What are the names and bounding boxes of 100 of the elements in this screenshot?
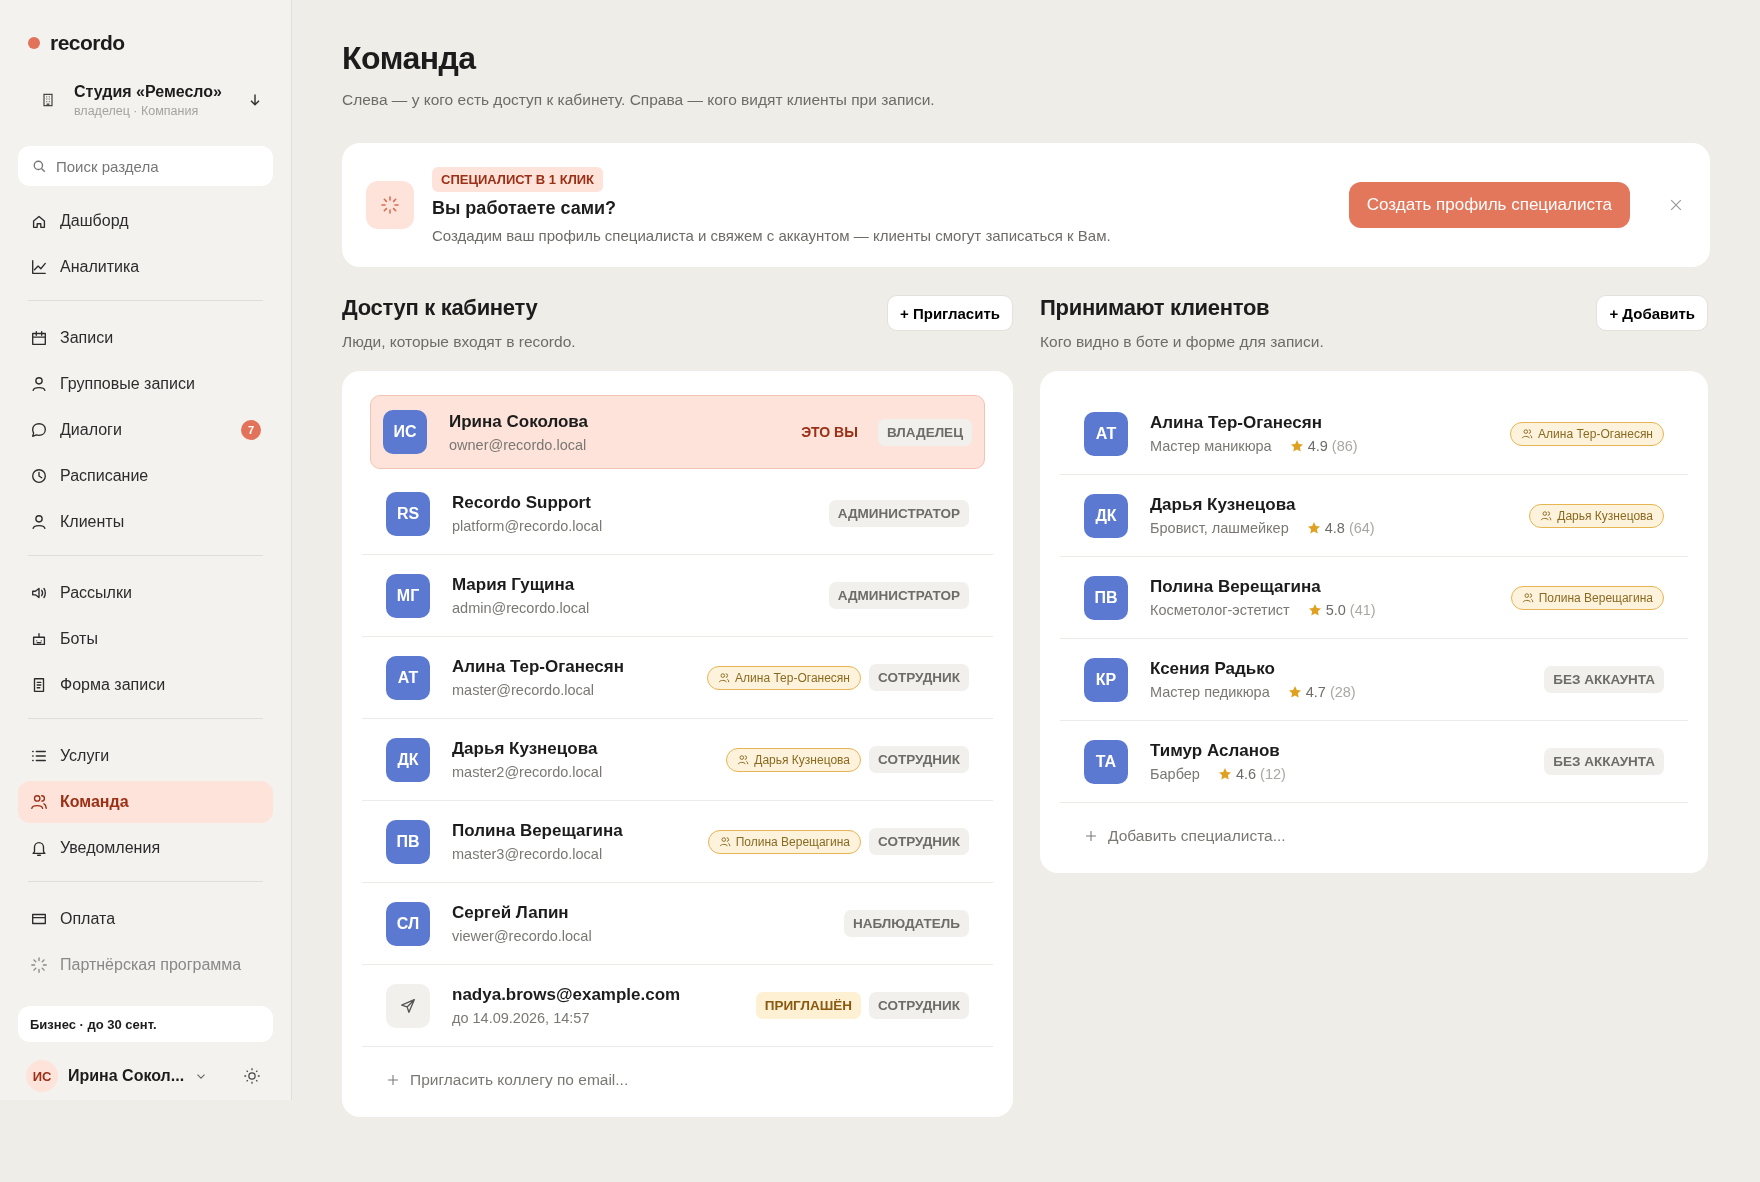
linked-account-pill[interactable]: Дарья Кузнецова <box>1529 503 1664 528</box>
role-tag: НАБЛЮДАТЕЛЬ <box>843 910 969 937</box>
nav-item[interactable]: Клиенты <box>18 501 273 543</box>
clock-icon <box>30 467 48 485</box>
users-icon <box>30 793 48 811</box>
member-name: Ирина Соколова <box>449 411 590 432</box>
star-icon <box>1307 603 1322 617</box>
you-label: ЭТО ВЫ <box>801 424 858 440</box>
specialist-avatar: ТА <box>1084 739 1128 784</box>
role-tag: СОТРУДНИК <box>869 828 969 855</box>
nav-item[interactable]: Уведомления <box>18 827 273 869</box>
specialist-name: Дарья Кузнецова <box>1150 495 1297 515</box>
nav-item[interactable]: Аналитика <box>18 246 273 288</box>
nav-item[interactable]: Рассылки <box>18 572 273 614</box>
member-name: Дарья Кузнецова <box>452 739 599 759</box>
specialist-row[interactable]: ТА Тимур Асланов Барбер 4.6 (12) БЕЗ АККАУНТА <box>1060 721 1688 803</box>
people-icon <box>1521 591 1534 604</box>
specialist-avatar: ПВ <box>1084 575 1128 620</box>
review-count: (64) <box>1348 520 1375 536</box>
nav-item[interactable]: Форма записи <box>18 664 273 706</box>
member-row[interactable]: RS Recordo Support platform@recordo.local АДМИНИСТРАТОР <box>362 473 993 555</box>
invite-button[interactable]: + Пригласить <box>887 295 1013 331</box>
close-icon[interactable] <box>1668 197 1684 213</box>
member-row[interactable]: nadya.brows@example.com до 14.09.2026, 14:57 ПРИГЛАШЁН СОТРУДНИК <box>362 965 993 1047</box>
people-icon <box>718 835 731 848</box>
linked-account-pill[interactable]: Полина Верещагина <box>1510 585 1664 610</box>
nav-item[interactable]: Боты <box>18 618 273 660</box>
member-avatar: RS <box>386 491 430 536</box>
nav-item[interactable]: Групповые записи <box>18 363 273 405</box>
bot-icon <box>30 630 48 648</box>
nav-item[interactable]: Оплата <box>18 898 273 940</box>
member-avatar: ПВ <box>386 819 430 864</box>
add-button[interactable]: + Добавить <box>1596 295 1708 331</box>
review-count: (86) <box>1331 438 1358 454</box>
status-tag: БЕЗ АККАУНТА <box>1544 666 1664 693</box>
member-name: Recordo Support <box>452 493 592 513</box>
workspace-switcher[interactable]: Студия «Ремесло» владелец · Компания <box>18 78 273 122</box>
section-subtitle: Кого видно в боте и форме для записи. <box>1040 333 1324 351</box>
member-avatar: ДК <box>386 737 430 782</box>
sparkle-icon <box>366 181 414 229</box>
people-icon <box>1540 509 1553 522</box>
role-tag: ВЛАДЕЛЕЦ <box>877 418 972 446</box>
specialist-row[interactable]: ПВ Полина Верещагина Косметолог-эстетист 5.0 (41) Полина Верещагина <box>1060 557 1688 639</box>
member-row[interactable]: ПВ Полина Верещагина master3@recordo.local Полина Верещагина СОТРУДНИК <box>362 801 993 883</box>
plus-icon <box>386 1073 400 1087</box>
member-email: master3@recordo.local <box>452 846 604 862</box>
specialist-name: Алина Тер-Оганесян <box>1150 413 1323 433</box>
rating-value: 4.9 <box>1307 438 1328 454</box>
plan-card: Бизнес · до 30 сент. <box>18 1006 273 1042</box>
add-specialist-link[interactable]: Добавить специалиста... <box>1060 803 1688 845</box>
role-tag: СОТРУДНИК <box>869 746 969 773</box>
specialist-job: Косметолог-эстетист <box>1150 602 1290 618</box>
role-tag: СОТРУДНИК <box>869 992 969 1019</box>
plus-icon <box>1084 829 1098 843</box>
linked-profile-pill[interactable]: Полина Верещагина <box>707 829 861 854</box>
page-title: Команда <box>342 40 478 77</box>
nav-item[interactable]: Команда <box>18 781 273 823</box>
role-tag: СОТРУДНИК <box>869 664 969 691</box>
nav-item[interactable]: Дашборд <box>18 200 273 242</box>
member-avatar: МГ <box>386 573 430 618</box>
specialist-row[interactable]: ДК Дарья Кузнецова Бровист, лашмейкер 4.8 (64) Дарья Кузнецова <box>1060 475 1688 557</box>
user-name[interactable]: Ирина Сокол... <box>68 1067 185 1085</box>
section-subtitle: Люди, которые входят в recordo. <box>342 333 576 351</box>
promo-title: Вы работаете сами? <box>432 197 617 219</box>
user-icon <box>30 513 48 531</box>
linked-profile-pill[interactable]: Алина Тер-Оганесян <box>707 665 861 690</box>
member-row[interactable]: СЛ Сергей Лапин viewer@recordo.local НАБЛЮДАТЕЛЬ <box>362 883 993 965</box>
review-count: (12) <box>1260 766 1286 782</box>
rating-value: 4.7 <box>1305 684 1326 700</box>
nav-item[interactable]: Записи <box>18 317 273 359</box>
specialist-row[interactable]: КР Ксения Радько Мастер педикюра 4.7 (28) БЕЗ АККАУНТА <box>1060 639 1688 721</box>
member-row[interactable]: ИС Ирина Соколова owner@recordo.local ЭТО ВЫ ВЛАДЕЛЕЦ <box>370 395 985 469</box>
people-icon <box>737 753 750 766</box>
linked-account-pill[interactable]: Алина Тер-Оганесян <box>1510 421 1664 446</box>
nav-item[interactable]: Диалоги 7 <box>18 409 273 451</box>
member-name: Полина Верещагина <box>452 821 624 841</box>
star-icon <box>1287 685 1302 699</box>
review-count: (28) <box>1329 684 1356 700</box>
specialist-avatar: КР <box>1084 657 1128 702</box>
nav-item[interactable]: Услуги <box>18 735 273 777</box>
unread-badge: 7 <box>241 420 261 440</box>
page-subtitle: Слева — у кого есть доступ к кабинету. Справа — кого видят клиенты при записи. <box>342 91 936 109</box>
member-row[interactable]: АТ Алина Тер-Оганесян master@recordo.local Алина Тер-Оганесян СОТРУДНИК <box>362 637 993 719</box>
member-row[interactable]: МГ Мария Гущина admin@recordo.local АДМИНИСТРАТОР <box>362 555 993 637</box>
search-icon <box>32 159 47 174</box>
sun-icon[interactable] <box>243 1067 261 1085</box>
search-field[interactable]: Поиск раздела <box>18 146 273 186</box>
member-name: Алина Тер-Оганесян <box>452 657 625 677</box>
paper-plane-icon <box>386 983 430 1028</box>
chart-icon <box>30 258 48 276</box>
member-name: Сергей Лапин <box>452 903 570 923</box>
invite-colleague-link[interactable]: Пригласить коллегу по email... <box>362 1047 993 1089</box>
specialist-name: Ксения Радько <box>1150 659 1276 679</box>
nav-item[interactable]: Расписание <box>18 455 273 497</box>
specialist-row[interactable]: АТ Алина Тер-Оганесян Мастер маникюра 4.9 (86) Алина Тер-Оганесян <box>1060 393 1688 475</box>
member-avatar: АТ <box>386 655 430 700</box>
member-row[interactable]: ДК Дарья Кузнецова master2@recordo.local Дарья Кузнецова СОТРУДНИК <box>362 719 993 801</box>
linked-profile-pill[interactable]: Дарья Кузнецова <box>726 747 861 772</box>
role-tag: АДМИНИСТРАТОР <box>828 500 969 527</box>
people-icon <box>1521 427 1534 440</box>
